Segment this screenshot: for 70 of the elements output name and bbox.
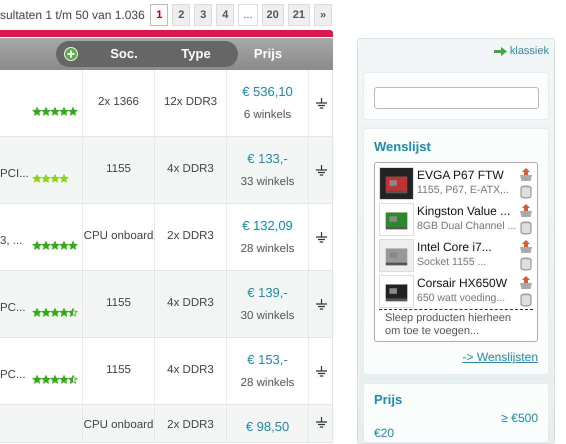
socket-cell-text: CPU onboard (84, 229, 154, 244)
page-link[interactable]: » (314, 4, 332, 26)
page-link[interactable]: 1 (150, 4, 168, 26)
section-title: Prijs (374, 391, 404, 410)
basket-upload-icon[interactable] (519, 204, 534, 216)
arrow-right-icon (494, 46, 507, 56)
specs-text: 3, ... (0, 234, 22, 249)
memory-cell-text: 4x DDR3 (167, 296, 214, 312)
shop-count: 6 winkels (244, 108, 292, 124)
price-link[interactable]: € 132,09 (242, 216, 293, 236)
page-link[interactable]: ... (238, 4, 258, 26)
page-link[interactable]: 4 (216, 4, 234, 26)
socket-cell-text: 1155 (106, 296, 131, 312)
specs-text: PC... (0, 368, 26, 383)
page-link[interactable]: 20 (262, 4, 284, 26)
memory-cell-text: 4x DDR3 (167, 363, 214, 378)
add-icon[interactable] (64, 47, 78, 61)
column-header[interactable]: Type (160, 44, 232, 64)
wishlists-link[interactable]: -> Wenslijsten (374, 348, 538, 366)
section-title: Wenslijst (374, 138, 432, 156)
ground-icon[interactable] (316, 366, 326, 376)
basket-upload-icon[interactable] (519, 276, 533, 288)
price-link[interactable]: € 139,- (247, 282, 288, 302)
basket-upload-icon[interactable] (519, 240, 533, 252)
product-description: Socket 1155 ... (417, 256, 488, 270)
memory-cell-text: 2x DDR3 (167, 418, 214, 433)
socket-cell-text: CPU onboard (84, 418, 154, 433)
ground-icon[interactable] (316, 164, 326, 176)
price-link[interactable]: € 133,- (247, 148, 288, 168)
database-icon[interactable] (519, 292, 533, 306)
ground-icon[interactable] (316, 298, 326, 310)
product-description: 8GB Dual Channel ... (417, 220, 516, 234)
ground-icon[interactable] (316, 98, 326, 108)
column-header[interactable]: Soc. (88, 44, 160, 64)
product-description: 650 watt voeding... (417, 292, 506, 306)
socket-cell-text: 2x 1366 (98, 95, 139, 110)
results-count: sultaten 1 t/m 50 van 1.036 (0, 7, 145, 24)
memory-cell-text: 12x DDR3 (164, 95, 218, 110)
page-link[interactable]: 2 (172, 4, 190, 26)
shop-count: 28 winkels (240, 376, 294, 392)
price-min-label: €20 (374, 426, 394, 439)
product-name[interactable]: Corsair HX650W (417, 276, 516, 292)
price-link[interactable]: € 98,50 (246, 417, 290, 436)
search-field[interactable] (374, 86, 539, 108)
socket-cell-text: 1155 (106, 162, 131, 178)
database-icon[interactable] (519, 256, 533, 270)
page-link[interactable]: 21 (288, 4, 310, 26)
product-name[interactable]: Intel Core i7... (417, 240, 516, 256)
shop-count: 33 winkels (240, 175, 294, 190)
specs-text: PCI... (0, 166, 29, 182)
ground-icon[interactable] (316, 232, 326, 242)
price-max-label: ≥ €500 (501, 412, 538, 424)
memory-cell-text: 2x DDR3 (167, 229, 214, 244)
specs-text: PC... (0, 300, 26, 316)
product-description: 1155, P67, E-ATX,.. (417, 184, 510, 198)
socket-cell-text: 1155 (106, 363, 131, 378)
product-name[interactable]: EVGA P67 FTW (417, 168, 516, 184)
drop-hint: Sleep producten hierheen om toe te voegen... (379, 309, 533, 340)
memory-cell-text: 4x DDR3 (167, 162, 214, 178)
classic-link[interactable]: klassiek (510, 43, 549, 60)
basket-upload-icon[interactable] (519, 168, 533, 180)
price-link[interactable]: € 153,- (247, 350, 288, 370)
price-link[interactable]: € 536,10 (242, 82, 293, 102)
ground-icon[interactable] (316, 417, 326, 428)
product-name[interactable]: Kingston Value ... (417, 204, 516, 220)
database-icon[interactable] (519, 220, 534, 234)
page-link[interactable]: 3 (194, 4, 212, 26)
shop-count: 30 winkels (240, 309, 294, 324)
database-icon[interactable] (519, 184, 533, 198)
shop-count: 28 winkels (240, 242, 294, 258)
